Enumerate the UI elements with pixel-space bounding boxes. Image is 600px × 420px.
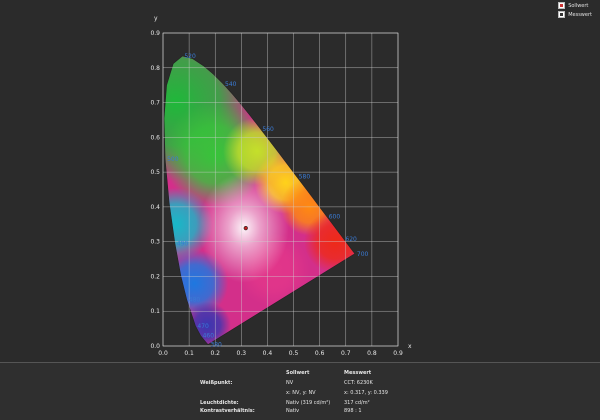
y-tick-label: 0.5	[150, 169, 160, 176]
leuchtdichte-soll: Nativ (319 cd/m²)	[286, 400, 331, 406]
wavelength-label: 700	[357, 251, 369, 258]
y-tick-label: 0.0	[150, 343, 160, 350]
wavelength-label: 500	[167, 156, 179, 163]
cie-chromaticity-chart: 0.0 0.1 0.2 0.3 0.4 0.5 0.6 0.7 0.8 0.9 0.0 0.1 0.2 0…	[150, 15, 412, 357]
x-tick-label: 0.5	[289, 350, 299, 357]
row-label-weisspunkt: Weißpunkt:	[200, 380, 233, 386]
x-tick-label: 0.9	[393, 350, 403, 357]
x-tick-label: 0.2	[210, 350, 220, 357]
weisspunkt-xy-soll: x: NV, y: NV	[286, 390, 316, 396]
legend-label-sollwert: Sollwert	[568, 2, 589, 9]
kontrast-mess: 898 : 1	[344, 408, 362, 414]
x-tick-label: 0.4	[263, 350, 273, 357]
y-tick-label: 0.7	[150, 100, 160, 107]
wavelength-label: 540	[225, 81, 237, 88]
wavelength-label: 600	[329, 214, 341, 221]
leuchtdichte-mess: 317 cd/m²	[344, 400, 370, 406]
y-tick-label: 0.4	[150, 204, 160, 211]
messwert-point	[243, 226, 248, 231]
wavelength-label: 460	[203, 333, 215, 340]
y-axis-label: y	[154, 15, 158, 22]
sollwert-swatch-icon	[558, 2, 566, 9]
wavelength-label: 620	[345, 236, 357, 243]
y-tick-label: 0.2	[150, 273, 160, 280]
column-header-sollwert: Sollwert	[286, 370, 310, 376]
row-label-kontrast: Kontrastverhältnis:	[200, 408, 255, 414]
weisspunkt-soll: NV	[286, 380, 294, 386]
messwert-swatch-icon	[558, 11, 566, 18]
x-tick-label: 0.3	[237, 350, 247, 357]
wavelength-label: 480	[189, 297, 201, 304]
x-tick-label: 0.0	[158, 350, 168, 357]
y-tick-label: 0.6	[150, 134, 160, 141]
y-tick-label: 0.1	[150, 308, 160, 315]
legend-label-messwert: Messwert	[568, 11, 592, 18]
kontrast-soll: Nativ	[286, 408, 300, 414]
x-tick-label: 0.1	[184, 350, 194, 357]
x-tick-label: 0.7	[341, 350, 351, 357]
weisspunkt-xy-mess: x: 0.317, y: 0.339	[344, 390, 388, 396]
y-tick-label: 0.9	[150, 30, 160, 37]
x-tick-label: 0.6	[315, 350, 325, 357]
y-tick-label: 0.3	[150, 239, 160, 246]
x-axis-label: x	[408, 343, 412, 350]
measurement-info-panel: Sollwert Messwert Weißpunkt: NV CCT: 623…	[0, 362, 600, 420]
wavelength-label: 520	[184, 53, 196, 60]
weisspunkt-mess: CCT: 6230K	[344, 380, 373, 386]
wavelength-label: 560	[262, 126, 274, 133]
row-label-leuchtdichte: Leuchtdichte:	[200, 400, 239, 406]
wavelength-label: 580	[299, 174, 311, 181]
x-tick-label: 0.8	[367, 350, 377, 357]
column-header-messwert: Messwert	[344, 370, 372, 376]
wavelength-label: 380	[210, 341, 222, 348]
wavelength-label: 490	[177, 240, 189, 247]
y-tick-label: 0.8	[150, 65, 160, 72]
wavelength-label: 470	[197, 323, 209, 330]
legend-item-messwert[interactable]: Messwert	[558, 11, 592, 18]
legend: Sollwert Messwert	[558, 0, 592, 18]
legend-item-sollwert[interactable]: Sollwert	[558, 2, 592, 9]
